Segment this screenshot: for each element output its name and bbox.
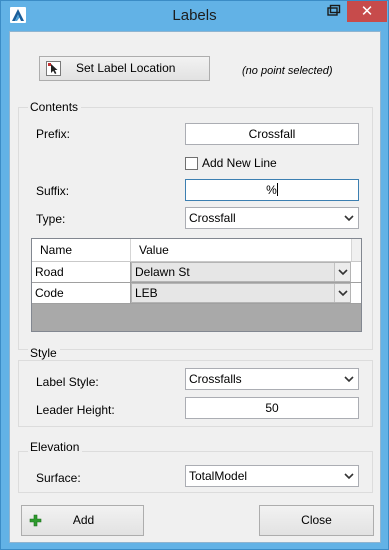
type-dropdown[interactable]: Crossfall [185, 207, 359, 229]
surface-label: Surface: [36, 471, 81, 485]
restore-icon [327, 4, 341, 16]
suffix-label: Suffix: [36, 184, 70, 198]
close-button-label: Close [301, 513, 332, 527]
label-style-value: Crossfalls [189, 372, 242, 386]
pick-point-icon [46, 61, 61, 76]
grid-header-filler [351, 239, 361, 261]
property-grid: Name Value Road Delawn St Code LEB [31, 238, 362, 332]
type-value: Crossfall [189, 211, 236, 225]
close-button[interactable]: Close [259, 505, 374, 536]
add-new-line-label: Add New Line [202, 156, 277, 170]
elevation-group-label: Elevation [28, 440, 83, 454]
surface-dropdown[interactable]: TotalModel [185, 465, 359, 487]
set-label-location-button[interactable]: Set Label Location [39, 56, 210, 81]
chevron-down-icon [344, 376, 354, 383]
chevron-down-icon [344, 473, 354, 480]
surface-value: TotalModel [189, 469, 248, 483]
style-group-label: Style [28, 346, 60, 360]
close-icon: ✕ [360, 2, 374, 20]
road-value: Delawn St [135, 265, 190, 279]
leader-height-label: Leader Height: [36, 403, 115, 417]
restore-button[interactable] [319, 1, 347, 23]
table-row[interactable]: Road Delawn St [32, 262, 361, 283]
type-label: Type: [36, 212, 66, 226]
prefix-label: Prefix: [36, 127, 71, 141]
selection-status: (no point selected) [242, 65, 333, 77]
leader-height-value: 50 [265, 401, 279, 415]
text-caret [276, 183, 278, 196]
set-label-location-label: Set Label Location [76, 61, 176, 75]
road-dropdown-arrow[interactable] [334, 263, 350, 281]
leader-height-input[interactable]: 50 [185, 397, 359, 419]
prefix-value: Crossfall [248, 127, 296, 141]
suffix-input[interactable]: % [185, 179, 359, 201]
title-bar[interactable]: Labels ✕ [1, 1, 388, 31]
road-dropdown[interactable]: Delawn St [131, 262, 351, 282]
grid-header: Name Value [32, 239, 361, 262]
table-row[interactable]: Code LEB [32, 283, 361, 304]
code-value: LEB [135, 286, 158, 300]
chevron-down-icon [344, 215, 354, 222]
column-header-value[interactable]: Value [131, 239, 351, 261]
prefix-input[interactable]: Crossfall [185, 123, 359, 145]
suffix-value: % [266, 183, 277, 197]
row-name-code: Code [32, 283, 131, 303]
label-style-dropdown[interactable]: Crossfalls [185, 368, 359, 390]
chevron-down-icon [338, 290, 348, 297]
column-header-name[interactable]: Name [32, 239, 131, 261]
add-new-line-checkbox[interactable] [185, 157, 198, 170]
code-dropdown[interactable]: LEB [131, 283, 351, 303]
close-window-button[interactable]: ✕ [347, 1, 387, 22]
contents-group-label: Contents [28, 100, 82, 114]
chevron-down-icon [338, 269, 348, 276]
label-style-label: Label Style: [36, 375, 99, 389]
labels-window: Labels ✕ Set Label Location (no point se… [0, 0, 389, 550]
code-dropdown-arrow[interactable] [334, 284, 350, 302]
row-name-road: Road [32, 262, 131, 282]
add-button[interactable]: Add [21, 505, 144, 536]
add-button-label: Add [72, 513, 95, 527]
dialog-client-area: Set Label Location (no point selected) C… [9, 31, 381, 543]
